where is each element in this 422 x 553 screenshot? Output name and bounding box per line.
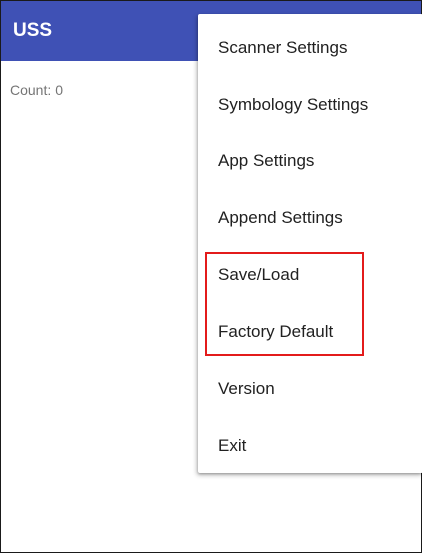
menu-item-scanner-settings[interactable]: Scanner Settings [198, 19, 422, 76]
menu-item-append-settings[interactable]: Append Settings [198, 189, 422, 246]
app-title: USS [13, 20, 53, 41]
menu-item-label: Symbology Settings [218, 94, 369, 114]
menu-item-label: Exit [218, 435, 247, 455]
menu-item-factory-default[interactable]: Factory Default [198, 303, 422, 360]
menu-item-app-settings[interactable]: App Settings [198, 132, 422, 189]
menu-item-symbology-settings[interactable]: Symbology Settings [198, 76, 422, 133]
count-display: Count: 0 [10, 81, 63, 99]
menu-item-label: Version [218, 378, 275, 398]
menu-item-label: Factory Default [218, 321, 334, 341]
count-value: 0 [55, 82, 64, 98]
app-window: USS Count: 0 Scanner Settings Symbology S… [0, 0, 422, 553]
count-label: Count: [10, 82, 52, 98]
menu-item-label: App Settings [218, 150, 315, 170]
menu-item-save-load[interactable]: Save/Load [198, 246, 422, 303]
menu-item-label: Scanner Settings [218, 37, 348, 57]
menu-item-version[interactable]: Version [198, 360, 422, 417]
menu-item-label: Append Settings [218, 207, 343, 227]
menu-item-exit[interactable]: Exit [198, 417, 422, 474]
menu-item-label: Save/Load [218, 264, 300, 284]
overflow-menu: Scanner Settings Symbology Settings App … [198, 14, 422, 473]
